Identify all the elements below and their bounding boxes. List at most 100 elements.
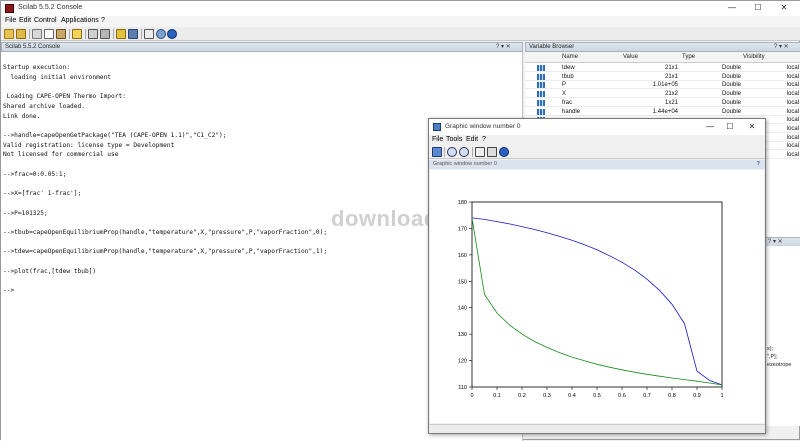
y-tick-label: 110 xyxy=(458,385,467,391)
console-line: -->P=101325; xyxy=(3,209,48,217)
cell-name: tdew xyxy=(562,65,575,71)
table-row[interactable]: P 1.01e+05 Double local xyxy=(525,81,800,90)
close-button[interactable]: ✕ xyxy=(773,2,795,14)
console-line: -->frac=0:0.05:1; xyxy=(3,170,67,178)
console-line: -->tdew=capeOpenEquilibriumProp(handle,"… xyxy=(3,248,328,256)
cell-visibility: local xyxy=(786,82,799,89)
paste-icon[interactable] xyxy=(56,29,66,39)
series-line-1 xyxy=(471,217,723,386)
help-icon[interactable] xyxy=(167,29,177,39)
clear-console-icon[interactable] xyxy=(100,29,110,39)
cell-name: handle xyxy=(562,108,581,115)
zoom-out-icon[interactable] xyxy=(459,147,469,157)
cell-name: X xyxy=(562,91,567,98)
window-title: Scilab 5.5.2 Console xyxy=(18,4,83,11)
history-panel-controls[interactable]: ? ▾ ✕ xyxy=(768,238,783,246)
graphic-close-button[interactable]: ✕ xyxy=(741,121,763,133)
rotate-icon[interactable] xyxy=(432,147,442,157)
table-row[interactable]: handle 1.44e+04 Double local xyxy=(525,108,800,116)
cut-icon[interactable] xyxy=(32,29,42,39)
graphic-minimize-button[interactable]: — xyxy=(699,121,721,133)
toolbar-separator xyxy=(141,29,142,39)
y-tick-label: 150 xyxy=(458,279,467,285)
x-tick-label: 0.3 xyxy=(543,393,551,399)
console-panel-header: Scilab 5.5.2 Console ? ▾ ✕ xyxy=(1,42,523,52)
cell-value: 21x2 xyxy=(664,91,678,98)
edit-axes-icon[interactable] xyxy=(487,147,497,157)
menu-applications[interactable]: Applications xyxy=(61,17,99,24)
cell-visibility: local xyxy=(786,152,799,158)
minimize-button[interactable]: — xyxy=(721,2,743,14)
history-fragment-1: s); xyxy=(767,346,774,352)
change-directory-icon[interactable] xyxy=(72,29,82,39)
menu-edit[interactable]: Edit xyxy=(19,17,31,24)
plot-svg[interactable]: 0 0.1 0.2 0.3 0.4 0.5 0.6 0.7 0.8 0.9 1 110 120 130 14… xyxy=(430,170,764,423)
cell-value: 21x1 xyxy=(664,73,678,80)
console-panel-controls[interactable]: ? ▾ ✕ xyxy=(496,43,511,51)
copy-icon[interactable] xyxy=(44,29,54,39)
new-script-icon[interactable] xyxy=(4,29,14,39)
title-bar: Scilab 5.5.2 Console — ☐ ✕ xyxy=(1,1,800,16)
matrix-icon xyxy=(537,65,545,71)
variable-browser-controls[interactable]: ? ▾ ✕ xyxy=(774,43,789,51)
graphic-help-icon[interactable] xyxy=(499,147,509,157)
datatip-icon[interactable] xyxy=(475,147,485,157)
main-toolbar xyxy=(1,27,800,41)
table-row[interactable]: frac 1x21 Double local xyxy=(525,99,800,107)
cell-value: 21x1 xyxy=(664,65,678,71)
console-line: Loading CAPE-OPEN Thermo Import: xyxy=(3,93,126,101)
x-tick-label: 0.8 xyxy=(668,393,676,399)
graphic-menu-edit[interactable]: Edit xyxy=(466,136,478,143)
console-line: -->handle=capeOpenGetPackage("TEA (CAPE-… xyxy=(3,131,227,139)
cell-visibility: local xyxy=(786,143,799,150)
preferences-icon[interactable] xyxy=(116,29,126,39)
cell-visibility: local xyxy=(786,108,799,115)
y-tick-label: 170 xyxy=(458,226,467,232)
module-manager-icon[interactable] xyxy=(156,29,166,39)
x-tick-label: 0.2 xyxy=(518,393,526,399)
console-line: Not licensed for commercial use xyxy=(3,151,119,159)
x-tick-label: 0.6 xyxy=(618,393,626,399)
zoom-in-icon[interactable] xyxy=(447,147,457,157)
menu-help[interactable]: ? xyxy=(101,17,105,24)
print-icon[interactable] xyxy=(88,29,98,39)
column-value[interactable]: Value xyxy=(623,54,638,60)
toolbar-separator xyxy=(29,29,30,39)
console-panel-title: Scilab 5.5.2 Console xyxy=(5,44,61,50)
scilab-icon xyxy=(5,4,14,13)
cell-name: P xyxy=(562,82,567,89)
toolbar-separator xyxy=(113,29,114,39)
graphic-menu-file[interactable]: File xyxy=(432,136,443,143)
column-name[interactable]: Name xyxy=(562,54,578,60)
x-tick-label: 0.5 xyxy=(593,393,601,399)
menu-control[interactable]: Control xyxy=(34,17,57,24)
menu-file[interactable]: File xyxy=(5,17,16,24)
graphic-menu-help[interactable]: ? xyxy=(482,136,486,143)
graphic-menu-tools[interactable]: Tools xyxy=(446,136,462,143)
open-file-icon[interactable] xyxy=(16,29,26,39)
xcos-icon[interactable] xyxy=(144,29,154,39)
table-row[interactable]: tdew 21x1 Double local xyxy=(525,64,800,72)
cell-visibility: local xyxy=(786,65,799,71)
cell-name: frac xyxy=(562,99,573,106)
column-visibility[interactable]: Visibility xyxy=(743,54,765,60)
maximize-button[interactable]: ☐ xyxy=(747,2,769,14)
plot-canvas[interactable]: 0 0.1 0.2 0.3 0.4 0.5 0.6 0.7 0.8 0.9 1 110 120 130 14… xyxy=(430,170,764,423)
x-tick-label: 0 xyxy=(470,393,473,399)
cell-type: Double xyxy=(721,65,741,71)
column-type[interactable]: Type xyxy=(682,54,695,60)
matrix-icon xyxy=(537,82,545,89)
table-row[interactable]: tbub 21x1 Double local xyxy=(525,73,800,81)
console-line: -->plot(frac,[tdew tbub]) xyxy=(3,267,97,275)
history-fragment-2: ",P]; xyxy=(767,354,778,360)
cell-type: Double xyxy=(721,73,741,80)
graphic-info-text: Graphic window number 0 xyxy=(433,161,497,167)
x-tick-label: 0.7 xyxy=(643,393,651,399)
table-row[interactable]: X 21x2 Double local xyxy=(525,90,800,99)
graphic-maximize-button[interactable]: ☐ xyxy=(719,121,741,133)
toolbar-separator xyxy=(444,147,445,157)
variable-browser-icon[interactable] xyxy=(128,29,138,39)
graphic-info-help[interactable]: ? xyxy=(757,160,760,169)
x-tick-label: 1 xyxy=(720,393,723,399)
cell-visibility: local xyxy=(786,125,799,132)
